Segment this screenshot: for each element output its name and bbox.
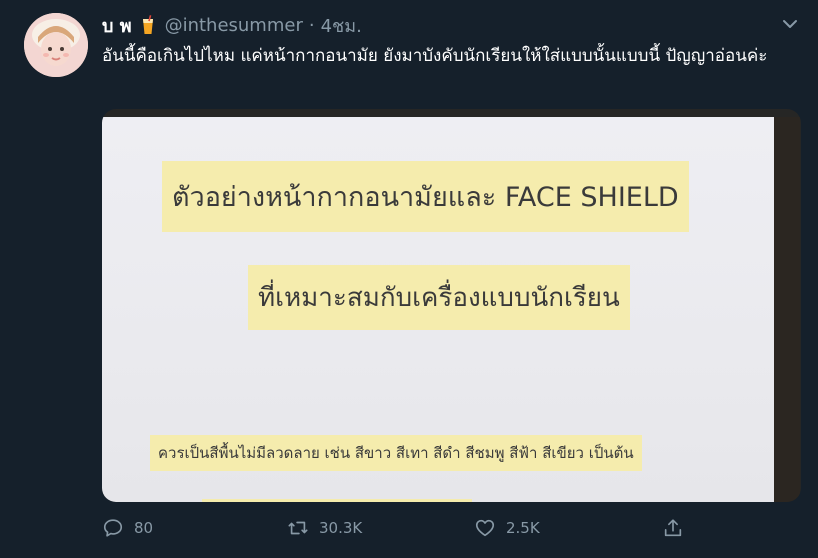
sign-line-3: ควรเป็นสีพื้นไม่มีลวดลาย เช่น สีขาว สีเท… <box>150 435 642 471</box>
share-icon <box>664 519 682 537</box>
reply-icon <box>103 519 123 537</box>
reply-button[interactable]: 80 <box>102 517 153 539</box>
tweet-timestamp[interactable]: 4ชม. <box>321 11 362 40</box>
tweet-media-image[interactable]: ตัวอย่างหน้ากากอนามัยและ FACE SHIELD ที่… <box>102 109 801 502</box>
heart-icon <box>475 519 495 537</box>
avatar[interactable] <box>24 13 88 77</box>
notice-board: ตัวอย่างหน้ากากอนามัยและ FACE SHIELD ที่… <box>102 117 800 502</box>
retweet-icon <box>288 521 308 535</box>
display-name[interactable]: บ พ <box>102 11 132 40</box>
chevron-down-icon[interactable] <box>780 14 800 34</box>
retweet-count: 30.3K <box>319 519 363 537</box>
sign-strip <box>202 499 472 502</box>
like-button[interactable]: 2.5K <box>474 517 540 539</box>
tweet-text: อันนี้คือเกินไปไหม แค่หน้ากากอนามัย ยังม… <box>102 46 768 66</box>
sign-line-2: ที่เหมาะสมกับเครื่องแบบนักเรียน <box>248 265 630 330</box>
drink-emoji-icon <box>141 15 155 35</box>
user-handle[interactable]: @inthesummer <box>165 15 303 36</box>
sign-line-1: ตัวอย่างหน้ากากอนามัยและ FACE SHIELD <box>162 161 689 232</box>
share-button[interactable] <box>662 517 694 539</box>
retweet-button[interactable]: 30.3K <box>287 517 362 539</box>
like-count: 2.5K <box>506 519 540 537</box>
avatar-image <box>24 13 88 77</box>
reply-count: 80 <box>134 519 154 537</box>
separator-dot: · <box>308 14 315 36</box>
tweet-header: บ พ @inthesummer · 4ชม. <box>102 12 362 38</box>
